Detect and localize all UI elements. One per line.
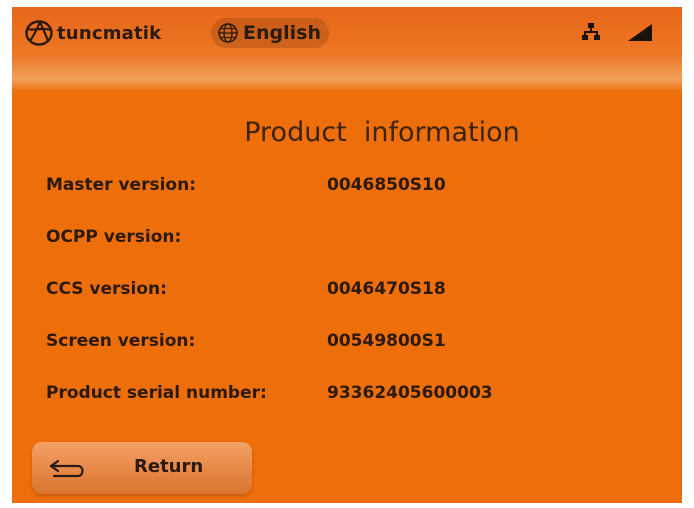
- language-selector[interactable]: English: [211, 18, 329, 48]
- info-row-ccs-version: CCS version: 0046470S18: [46, 279, 666, 303]
- return-arrow-icon: [48, 456, 88, 484]
- info-row-serial-number: Product serial number: 93362405600003: [46, 383, 666, 407]
- info-value: 0046850S10: [327, 175, 446, 195]
- info-label: Screen version:: [46, 331, 196, 351]
- info-label: OCPP version:: [46, 227, 182, 247]
- page-title: Product information: [244, 117, 520, 148]
- info-row-ocpp-version: OCPP version:: [46, 227, 666, 251]
- network-icon: [582, 23, 600, 45]
- signal-icon: [628, 24, 652, 45]
- return-label: Return: [134, 456, 204, 477]
- return-button[interactable]: Return: [32, 442, 252, 494]
- top-bar: tuncmatik English: [12, 7, 682, 92]
- info-row-screen-version: Screen version: 00549800S1: [46, 331, 666, 355]
- info-value: 93362405600003: [327, 383, 493, 403]
- info-value: 00549800S1: [327, 331, 446, 351]
- tuncmatik-logo-icon: [24, 19, 54, 47]
- brand-name: tuncmatik: [57, 22, 162, 44]
- info-label: CCS version:: [46, 279, 167, 299]
- language-label: English: [243, 22, 321, 44]
- brand-logo: tuncmatik: [24, 19, 161, 47]
- globe-icon: [217, 22, 239, 44]
- info-value: 0046470S18: [327, 279, 446, 299]
- info-label: Product serial number:: [46, 383, 267, 403]
- info-row-master-version: Master version: 0046850S10: [46, 175, 666, 199]
- info-label: Master version:: [46, 175, 196, 195]
- charger-screen: tuncmatik English Product information Ma…: [12, 7, 682, 503]
